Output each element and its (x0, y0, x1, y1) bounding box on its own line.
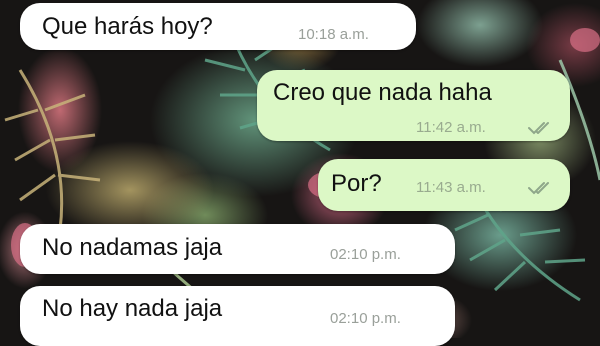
message-bubble-incoming[interactable]: No hay nada jaja 02:10 p.m. (20, 286, 455, 346)
double-check-icon (528, 182, 549, 195)
message-bubble-incoming[interactable]: Que harás hoy? 10:18 a.m. (20, 3, 416, 50)
message-timestamp: 02:10 p.m. (330, 246, 401, 263)
message-text: Que harás hoy? (42, 13, 213, 40)
double-check-icon (528, 122, 549, 135)
message-bubble-outgoing[interactable]: Creo que nada haha 11:42 a.m. (257, 70, 570, 141)
message-timestamp: 11:42 a.m. (416, 119, 486, 136)
message-bubble-outgoing[interactable]: Por? 11:43 a.m. (318, 159, 570, 211)
message-text: No hay nada jaja (42, 295, 223, 322)
message-timestamp: 10:18 a.m. (298, 26, 369, 43)
message-text: No nadamas jaja (42, 234, 223, 261)
message-timestamp: 11:43 a.m. (416, 179, 486, 196)
message-text: Creo que nada haha (273, 79, 492, 106)
message-text: Por? (331, 170, 382, 197)
message-bubble-incoming[interactable]: No nadamas jaja 02:10 p.m. (20, 224, 455, 274)
message-timestamp: 02:10 p.m. (330, 310, 401, 327)
